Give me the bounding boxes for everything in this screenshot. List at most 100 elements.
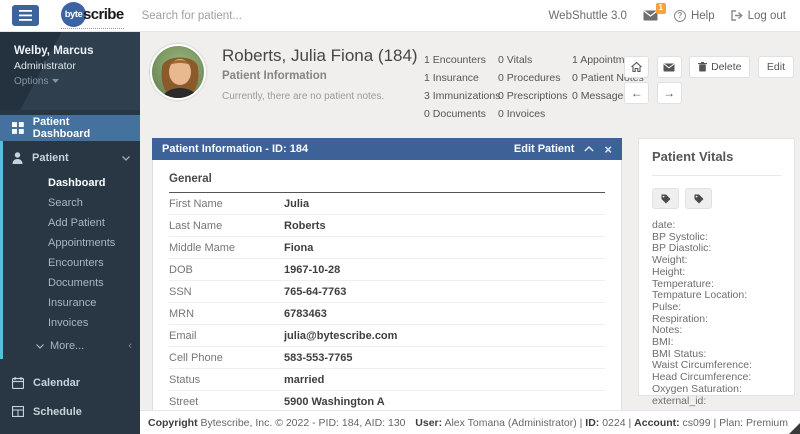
patient-action-buttons: Delete Edit ← → bbox=[621, 56, 794, 104]
chevron-down-icon bbox=[36, 344, 44, 349]
sidebar-item-calendar[interactable]: Calendar bbox=[0, 368, 140, 397]
tag-icon bbox=[694, 194, 704, 204]
submenu-item-encounters[interactable]: Encounters bbox=[0, 254, 140, 274]
sidebar-item-patient-dashboard[interactable]: Patient Dashboard bbox=[0, 115, 140, 141]
bytescribe-logo[interactable]: byte scribe bbox=[61, 2, 124, 29]
patient-dashboard-label: Patient Dashboard bbox=[33, 116, 128, 140]
submenu-item-add-patient[interactable]: Add Patient bbox=[0, 214, 140, 234]
sidebar-accent-stripe bbox=[0, 141, 3, 359]
chevron-down-icon bbox=[122, 152, 130, 164]
panel-title: Patient Information - ID: 184 bbox=[162, 143, 308, 155]
help-icon: ? bbox=[674, 10, 686, 22]
patient-vitals-panel: Patient Vitals bbox=[638, 138, 795, 396]
home-icon bbox=[631, 62, 642, 72]
patient-summary-text: Roberts, Julia Fiona (184) Patient Infor… bbox=[222, 46, 418, 102]
sidebar-item-telemedicine[interactable]: Telemedicine ‹ bbox=[0, 426, 140, 434]
schedule-label: Schedule bbox=[33, 406, 82, 418]
tag-button-1[interactable] bbox=[652, 188, 679, 209]
edit-label: Edit bbox=[767, 61, 785, 73]
vitals-title: Patient Vitals bbox=[652, 149, 781, 164]
caret-down-icon bbox=[52, 79, 59, 84]
footer: Copyright Bytescribe, Inc. © 2022 - PID:… bbox=[140, 410, 800, 434]
logo-scribe-text: scribe bbox=[83, 6, 124, 23]
logout-link[interactable]: Log out bbox=[731, 10, 786, 22]
arrow-right-icon: → bbox=[663, 87, 675, 99]
submenu-item-appointments[interactable]: Appointments bbox=[0, 234, 140, 254]
vitals-field: BMI: bbox=[652, 337, 781, 349]
field-row-middle-name: Middle Mame Fiona bbox=[169, 237, 605, 259]
patient-summary: Roberts, Julia Fiona (184) Patient Infor… bbox=[140, 32, 800, 138]
edit-button[interactable]: Edit bbox=[758, 56, 794, 78]
unread-count-badge: 1 bbox=[656, 3, 666, 14]
person-icon bbox=[12, 152, 23, 164]
vitals-tag-buttons bbox=[652, 188, 781, 209]
count-documents: 0 Documents bbox=[424, 108, 490, 126]
options-label: Options bbox=[14, 76, 48, 87]
hamburger-menu-button[interactable] bbox=[12, 5, 39, 26]
sidebar: Welby, Marcus Administrator Options Pati… bbox=[0, 32, 140, 434]
message-patient-button[interactable] bbox=[657, 56, 682, 78]
messages-button[interactable]: 1 bbox=[643, 10, 658, 21]
count-insurance: 1 Insurance bbox=[424, 72, 490, 90]
field-row-dob: DOB 1967-10-28 bbox=[169, 259, 605, 281]
field-row-first-name: First Name Julia bbox=[169, 193, 605, 215]
corner-widget[interactable] bbox=[789, 423, 800, 434]
patient-notes-message: Currently, there are no patient notes. bbox=[222, 91, 418, 102]
count-encounters: 1 Encounters bbox=[424, 54, 490, 72]
app-version-label: WebShuttle 3.0 bbox=[549, 10, 627, 22]
field-row-last-name: Last Name Roberts bbox=[169, 215, 605, 237]
app-window: byte scribe WebShuttle 3.0 1 ? Help bbox=[0, 0, 800, 434]
chevron-up-icon bbox=[584, 146, 594, 152]
delete-button[interactable]: Delete bbox=[689, 56, 750, 78]
patient-counts-grid: 1 Encounters 1 Insurance 3 Immunizations… bbox=[424, 54, 648, 126]
patient-information-panel: Patient Information - ID: 184 Edit Patie… bbox=[152, 138, 622, 410]
envelope-icon bbox=[663, 63, 675, 72]
user-options-dropdown[interactable]: Options bbox=[14, 76, 126, 87]
close-icon: × bbox=[604, 143, 612, 156]
logout-icon bbox=[731, 10, 743, 21]
submenu-item-documents[interactable]: Documents bbox=[0, 274, 140, 294]
edit-patient-link[interactable]: Edit Patient bbox=[514, 143, 575, 155]
footer-copyright: Copyright Bytescribe, Inc. © 2022 - PID:… bbox=[148, 417, 406, 429]
field-row-cell-phone: Cell Phone 583-553-7765 bbox=[169, 347, 605, 369]
sidebar-item-schedule[interactable]: Schedule bbox=[0, 397, 140, 426]
field-row-street: Street 5900 Washington A bbox=[169, 391, 605, 410]
vitals-field: Height: bbox=[652, 267, 781, 279]
next-patient-button[interactable]: → bbox=[657, 82, 682, 104]
vitals-field: external_id: bbox=[652, 396, 781, 408]
top-bar: byte scribe WebShuttle 3.0 1 ? Help bbox=[0, 0, 800, 32]
user-role: Administrator bbox=[14, 60, 126, 72]
field-row-status: Status married bbox=[169, 369, 605, 391]
logout-label: Log out bbox=[748, 10, 786, 22]
previous-patient-button[interactable]: ← bbox=[624, 82, 649, 104]
count-prescriptions: 0 Prescriptions bbox=[498, 90, 564, 108]
table-icon bbox=[12, 406, 24, 417]
help-link[interactable]: ? Help bbox=[674, 10, 715, 22]
patient-name-heading: Roberts, Julia Fiona (184) bbox=[222, 46, 418, 66]
field-row-mrn: MRN 6783463 bbox=[169, 303, 605, 325]
field-row-ssn: SSN 765-64-7763 bbox=[169, 281, 605, 303]
collapse-panel-button[interactable] bbox=[584, 146, 594, 152]
patient-menu-label: Patient bbox=[32, 152, 69, 164]
search-input[interactable] bbox=[142, 10, 322, 22]
main-content: Roberts, Julia Fiona (184) Patient Infor… bbox=[140, 32, 800, 410]
vitals-field: Oxygen Saturation: bbox=[652, 384, 781, 396]
sidebar-item-patient[interactable]: Patient bbox=[0, 145, 140, 171]
tag-button-2[interactable] bbox=[685, 188, 712, 209]
submenu-item-more[interactable]: More... ‹ bbox=[0, 336, 140, 356]
section-title-general: General bbox=[169, 173, 605, 193]
submenu-item-search[interactable]: Search bbox=[0, 194, 140, 214]
submenu-item-invoices[interactable]: Invoices bbox=[0, 314, 140, 334]
close-panel-button[interactable]: × bbox=[604, 143, 612, 156]
more-label: More... bbox=[50, 340, 84, 352]
content-row: Patient Information - ID: 184 Edit Patie… bbox=[140, 138, 800, 410]
count-immunizations: 3 Immunizations bbox=[424, 90, 490, 108]
help-label: Help bbox=[691, 10, 715, 22]
topbar-right: WebShuttle 3.0 1 ? Help Log out bbox=[549, 10, 800, 22]
field-row-email: Email julia@bytescribe.com bbox=[169, 325, 605, 347]
vitals-field: Pulse: bbox=[652, 302, 781, 314]
home-button[interactable] bbox=[624, 56, 649, 78]
trash-icon bbox=[698, 62, 707, 72]
submenu-item-insurance[interactable]: Insurance bbox=[0, 294, 140, 314]
submenu-item-dashboard[interactable]: Dashboard bbox=[0, 174, 140, 194]
